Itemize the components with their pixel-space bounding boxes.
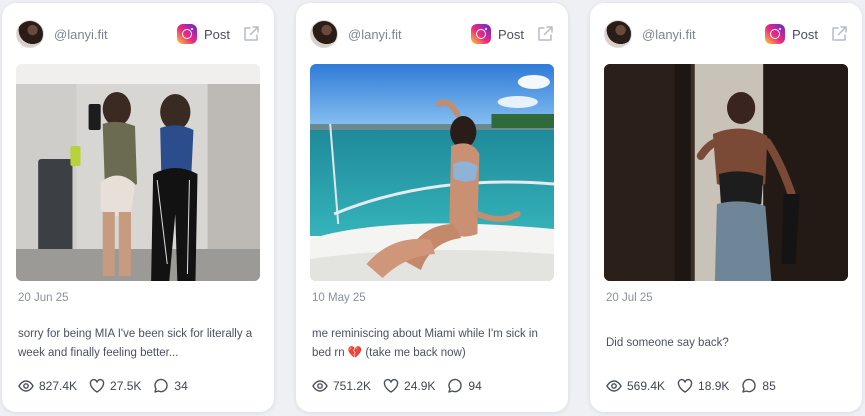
views-stat: 751.2K [312,378,371,394]
post-date: 10 May 25 [312,292,366,304]
external-link-icon[interactable] [830,25,848,43]
card-header: @lanyi.fit Post [16,19,260,49]
views-stat: 827.4K [18,378,77,394]
heart-icon [383,378,399,393]
likes-count: 18.9K [698,379,730,393]
comments-count: 34 [174,379,188,393]
post-date: 20 Jul 25 [606,292,653,304]
post-image[interactable] [16,64,260,281]
likes-count: 27.5K [110,379,142,393]
likes-stat: 18.9K [677,378,729,394]
post-type-label: Post [203,26,230,42]
instagram-icon [470,24,491,44]
card-header: @lanyi.fit Post [604,19,848,49]
likes-stat: 27.5K [89,378,141,394]
comments-stat: 94 [447,378,482,394]
likes-count: 24.9K [404,379,436,393]
post-type-label: Post [497,26,524,42]
likes-stat: 24.9K [383,378,435,394]
post-stats: 827.4K 27.5K 34 [18,378,200,394]
eye-icon [312,380,328,392]
post-caption: sorry for being MIA I've been sick for l… [18,328,253,359]
external-link-icon[interactable] [536,25,554,43]
comments-stat: 34 [153,378,188,394]
views-count: 827.4K [39,379,78,393]
comments-count: 94 [468,379,482,393]
avatar[interactable] [16,20,44,48]
post-stats: 751.2K 24.9K 94 [312,378,494,394]
post-caption: Did someone say back? [606,337,729,349]
views-count: 751.2K [333,379,372,393]
avatar[interactable] [604,20,632,48]
views-count: 569.4K [627,379,666,393]
eye-icon [18,380,34,392]
views-stat: 569.4K [606,378,665,394]
post-caption: me reminiscing about Miami while I'm sic… [312,328,538,359]
account-handle[interactable]: @lanyi.fit [348,27,402,42]
post-card[interactable]: @lanyi.fit Post 20 Jul 25 Did someone sa… [590,3,862,412]
comments-stat: 85 [741,378,776,394]
account-handle[interactable]: @lanyi.fit [54,27,108,42]
post-image[interactable] [310,64,554,281]
post-image[interactable] [604,64,848,281]
account-handle[interactable]: @lanyi.fit [642,27,696,42]
external-link-icon[interactable] [242,25,260,43]
instagram-icon [764,24,785,44]
instagram-icon [176,24,197,44]
post-type-label: Post [791,26,818,42]
card-header: @lanyi.fit Post [310,19,554,49]
comment-icon [154,378,169,393]
comment-icon [742,378,757,393]
post-stats: 569.4K 18.9K 85 [606,378,788,394]
post-card[interactable]: @lanyi.fit Post 20 Jun 25 sorry for bein… [2,3,274,412]
heart-icon [89,378,105,393]
eye-icon [606,380,622,392]
post-card[interactable]: @lanyi.fit Post 10 May 25 me reminiscing… [296,3,568,412]
comments-count: 85 [762,379,776,393]
heart-icon [677,378,693,393]
comment-icon [448,378,463,393]
post-date: 20 Jun 25 [18,292,69,304]
avatar[interactable] [310,20,338,48]
